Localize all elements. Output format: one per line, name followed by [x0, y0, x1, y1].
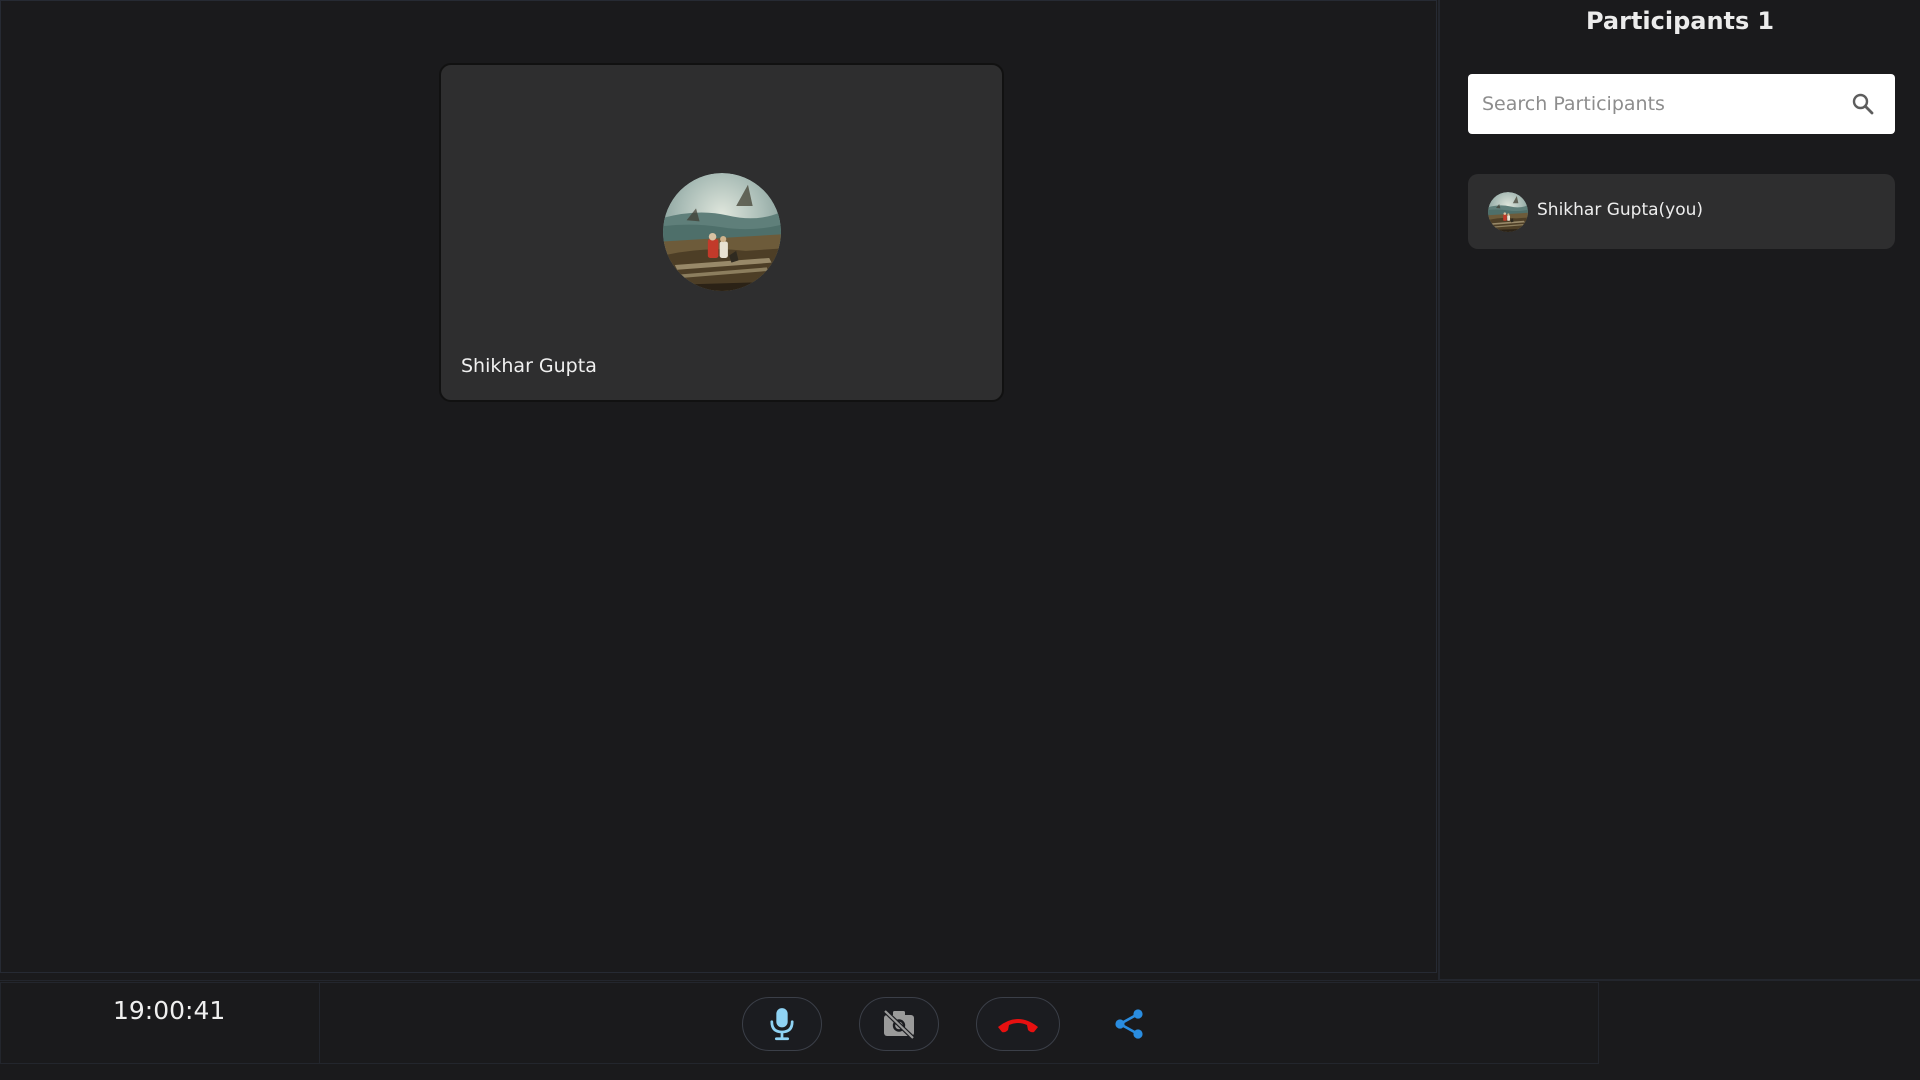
- meeting-clock: 19:00:41: [113, 996, 226, 1025]
- search-icon[interactable]: [1851, 92, 1875, 116]
- bottom-control-bar: 19:00:41: [0, 980, 1920, 1080]
- panel-title-label: Participants: [1585, 7, 1750, 35]
- search-box: [1468, 74, 1895, 134]
- meeting-app: Shikhar Gupta Participants1 Shikhar Gupt…: [0, 0, 1920, 1080]
- share-button[interactable]: [1097, 997, 1161, 1051]
- share-icon: [1115, 1009, 1143, 1039]
- microphone-icon: [770, 1008, 794, 1041]
- camera-off-icon: [883, 1009, 915, 1039]
- panel-title: Participants 1: [1440, 7, 1920, 35]
- bottom-bar-divider: [0, 980, 1920, 981]
- participant-count: 1: [1757, 7, 1775, 35]
- participant-video-tile[interactable]: Shikhar Gupta: [439, 63, 1004, 402]
- microphone-toggle-button[interactable]: [742, 997, 822, 1051]
- painting-avatar-icon: [663, 173, 781, 291]
- camera-toggle-button[interactable]: [859, 997, 939, 1051]
- call-controls: [320, 982, 1599, 1064]
- clock-section: 19:00:41: [0, 982, 320, 1064]
- search-participants-input[interactable]: [1468, 74, 1828, 134]
- painting-avatar-icon: [1488, 192, 1528, 232]
- end-call-button[interactable]: [976, 997, 1060, 1051]
- participant-name: Shikhar Gupta(you): [1537, 200, 1704, 220]
- video-stage: Shikhar Gupta: [0, 0, 1437, 973]
- tile-participant-name: Shikhar Gupta: [461, 355, 597, 377]
- participant-list-item[interactable]: Shikhar Gupta(you): [1468, 174, 1895, 249]
- end-call-icon: [998, 1019, 1038, 1033]
- participants-panel: Participants1 Shikhar Gupta(you): [1438, 0, 1920, 980]
